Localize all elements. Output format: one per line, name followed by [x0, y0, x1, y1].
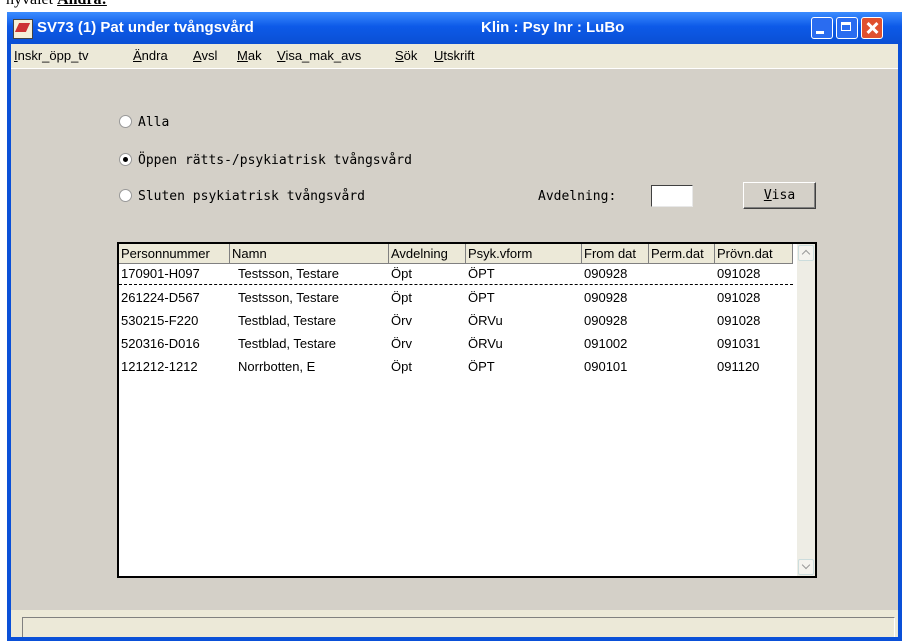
column-header-from-dat[interactable]: From dat — [582, 244, 649, 264]
cell-perm-dat[interactable] — [649, 288, 717, 308]
cell-psyk-vform[interactable]: ÖPT — [466, 264, 584, 284]
cell-psyk-vform[interactable]: ÖRVu — [466, 311, 584, 331]
avdelning-input[interactable] — [651, 185, 693, 207]
cell-namn[interactable]: Testsson, Testare — [230, 288, 397, 308]
radio-sluten[interactable]: Sluten psykiatrisk tvångsvård — [119, 189, 365, 204]
column-header-namn[interactable]: Namn — [230, 244, 389, 264]
scroll-down-icon[interactable] — [798, 559, 814, 575]
menu-avsl[interactable]: Avsl — [193, 48, 217, 63]
maximize-button[interactable] — [836, 17, 858, 39]
cell-from-dat[interactable]: 090928 — [582, 288, 651, 308]
column-header-avdelning[interactable]: Avdelning — [389, 244, 466, 264]
menu-bar: Inskr_öpp_tv Ändra Avsl Mak Visa_mak_avs… — [11, 44, 898, 68]
cell-avdelning[interactable]: Öpt — [389, 288, 468, 308]
cell-personnummer[interactable]: 530215-F220 — [119, 311, 232, 331]
menu-inskr-opp-tv[interactable]: Inskr_öpp_tv — [14, 48, 88, 63]
cell-personnummer[interactable]: 261224-D567 — [119, 288, 232, 308]
cell-provn-dat[interactable]: 091028 — [715, 288, 795, 308]
document-caption: hyvalet Ändra: — [6, 0, 107, 9]
clinic-info: Klin : Psy Inr : LuBo — [481, 19, 625, 36]
cell-from-dat[interactable]: 091002 — [582, 334, 651, 354]
vertical-scrollbar[interactable] — [797, 244, 815, 576]
cell-avdelning[interactable]: Öpt — [389, 264, 468, 284]
cell-perm-dat[interactable] — [649, 357, 717, 377]
cell-namn[interactable]: Testblad, Testare — [230, 311, 397, 331]
column-header-personnummer[interactable]: Personnummer — [119, 244, 230, 264]
cell-avdelning[interactable]: Öpt — [389, 357, 468, 377]
radio-label: Öppen rätts-/psykiatrisk tvångsvård — [138, 153, 412, 168]
radio-button[interactable] — [119, 189, 132, 202]
scroll-up-icon[interactable] — [798, 245, 814, 261]
cell-provn-dat[interactable]: 091120 — [715, 357, 795, 377]
caption-prefix: hyvalet — [6, 0, 57, 8]
cell-provn-dat[interactable]: 091031 — [715, 334, 795, 354]
caption-highlight: Ändra: — [57, 0, 107, 8]
cell-from-dat[interactable]: 090928 — [582, 311, 651, 331]
cell-personnummer[interactable]: 520316-D016 — [119, 334, 232, 354]
cell-from-dat[interactable]: 090928 — [582, 264, 651, 284]
window-title: SV73 (1) Pat under tvångsvård — [37, 19, 254, 36]
cell-perm-dat[interactable] — [649, 311, 717, 331]
menu-visa-mak-avs[interactable]: Visa_mak_avs — [277, 48, 361, 63]
cell-psyk-vform[interactable]: ÖRVu — [466, 334, 584, 354]
cell-avdelning[interactable]: Örv — [389, 334, 468, 354]
column-header-provn-dat[interactable]: Prövn.dat — [715, 244, 793, 264]
menu-sok[interactable]: Sök — [395, 48, 417, 63]
radio-alla[interactable]: Alla — [119, 115, 169, 130]
cell-namn[interactable]: Testblad, Testare — [230, 334, 397, 354]
cell-psyk-vform[interactable]: ÖPT — [466, 357, 584, 377]
cell-namn[interactable]: Norrbotten, E — [230, 357, 397, 377]
avdelning-label: Avdelning: — [538, 189, 617, 204]
column-header-perm-dat[interactable]: Perm.dat — [649, 244, 715, 264]
menu-utskrift[interactable]: Utskrift — [434, 48, 474, 63]
menu-mak[interactable]: Mak — [237, 48, 262, 63]
cell-provn-dat[interactable]: 091028 — [715, 264, 795, 284]
radio-oppen[interactable]: Öppen rätts-/psykiatrisk tvångsvård — [119, 153, 412, 168]
app-icon[interactable] — [13, 19, 33, 39]
application-window: SV73 (1) Pat under tvångsvård Klin : Psy… — [7, 12, 902, 641]
cell-provn-dat[interactable]: 091028 — [715, 311, 795, 331]
title-bar[interactable]: SV73 (1) Pat under tvångsvård Klin : Psy… — [7, 12, 902, 44]
radio-label: Sluten psykiatrisk tvångsvård — [138, 189, 365, 204]
minimize-button[interactable] — [811, 17, 833, 39]
cell-from-dat[interactable]: 090101 — [582, 357, 651, 377]
cell-personnummer[interactable]: 170901-H097 — [119, 264, 232, 284]
cell-personnummer[interactable]: 121212-1212 — [119, 357, 232, 377]
client-area: Alla Öppen rätts-/psykiatrisk tvångsvård… — [11, 68, 898, 611]
radio-button-selected[interactable] — [119, 153, 132, 166]
cell-psyk-vform[interactable]: ÖPT — [466, 288, 584, 308]
radio-label: Alla — [138, 115, 170, 130]
menu-andra[interactable]: Ändra — [133, 48, 168, 63]
status-panel — [22, 617, 895, 637]
close-button[interactable] — [861, 17, 883, 39]
cell-perm-dat[interactable] — [649, 334, 717, 354]
patient-table[interactable]: Personnummer Namn Avdelning Psyk.vform F… — [117, 242, 817, 578]
cell-namn[interactable]: Testsson, Testare — [230, 264, 397, 284]
cell-perm-dat[interactable] — [649, 264, 717, 284]
status-bar — [11, 610, 898, 637]
cell-avdelning[interactable]: Örv — [389, 311, 468, 331]
visa-button[interactable]: Visa — [743, 182, 816, 209]
column-header-psyk-vform[interactable]: Psyk.vform — [466, 244, 582, 264]
radio-button[interactable] — [119, 115, 132, 128]
